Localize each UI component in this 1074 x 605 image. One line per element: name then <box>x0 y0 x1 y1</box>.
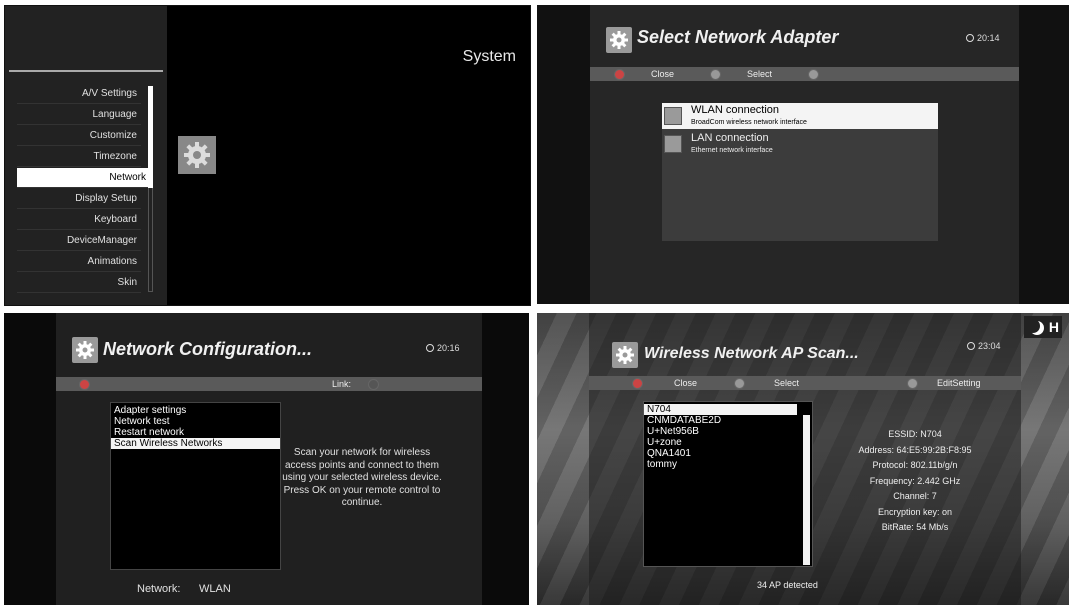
menu-item-display-setup[interactable]: Display Setup <box>17 189 141 209</box>
adapter-list: WLAN connection BroadCom wireless network… <box>662 103 938 241</box>
background-left <box>4 313 56 605</box>
adapter-name: LAN connection <box>691 132 769 144</box>
red-button-icon[interactable] <box>632 378 643 389</box>
config-item-restart-network[interactable]: Restart network <box>111 427 280 438</box>
config-item-adapter-settings[interactable]: Adapter settings <box>111 405 280 416</box>
logo-letter: H <box>1048 319 1059 335</box>
protocol-value: Protocol: 802.11b/g/n <box>872 460 958 470</box>
essid-value: ESSID: N704 <box>888 429 942 439</box>
ap-list-item[interactable]: CNMDATABE2D <box>644 415 812 426</box>
menu-item-keyboard[interactable]: Keyboard <box>17 210 141 230</box>
bitrate-value: BitRate: 54 Mb/s <box>881 522 949 532</box>
wlan-icon <box>664 107 682 125</box>
channel-value: Channel: 7 <box>893 491 937 501</box>
ap-list-scrollbar[interactable] <box>803 415 810 565</box>
clock-icon <box>967 342 975 350</box>
gear-icon <box>606 27 632 53</box>
clock-icon <box>426 344 434 352</box>
network-status-value: WLAN <box>199 583 231 595</box>
red-button-icon[interactable] <box>79 379 90 390</box>
adapter-row[interactable]: LAN connection Ethernet network interface <box>662 131 938 157</box>
clock-time: 20:16 <box>437 343 460 353</box>
ap-count-status: 34 AP detected <box>757 580 818 590</box>
button-bar <box>56 377 482 391</box>
title-divider <box>9 70 163 72</box>
gear-icon <box>178 136 216 174</box>
menu-item-animations[interactable]: Animations <box>17 252 141 272</box>
address-value: Address: 64:E5:99:2B:F8:95 <box>858 444 972 455</box>
ap-list: N704 CNMDATABE2D U+Net956B U+zone QNA1401 tom… <box>643 401 813 567</box>
menu-item-skin[interactable]: Skin <box>17 273 141 293</box>
clock: 23:04 <box>967 341 1001 351</box>
clock-time: 23:04 <box>978 341 1001 351</box>
menu-item-a-v-settings[interactable]: A/V Settings <box>17 84 141 104</box>
ap-list-item[interactable]: tommy <box>644 459 812 470</box>
lan-icon <box>664 135 682 153</box>
adapter-dialog: Select Network Adapter 20:14 Close Selec… <box>590 5 1019 304</box>
close-button[interactable]: Close <box>674 376 697 390</box>
gear-icon <box>612 342 638 368</box>
adapter-name: WLAN connection <box>691 104 780 116</box>
config-item-scan-wireless-networks[interactable]: Scan Wireless Networks <box>111 438 280 449</box>
ap-list-item[interactable]: QNA1401 <box>644 448 812 459</box>
menu-item-timezone[interactable]: Timezone <box>17 147 141 167</box>
page-title: Network Configuration... <box>103 339 312 359</box>
ap-details: ESSID: N704 Address: 64:E5:99:2B:F8:95 P… <box>835 427 995 536</box>
clock-time: 20:14 <box>977 33 1000 43</box>
adapter-description: Ethernet network interface <box>691 147 773 154</box>
config-description: Scan your network for wireless access po… <box>282 447 442 508</box>
background-right <box>1019 5 1069 304</box>
adapter-description: BroadCom wireless network interface <box>691 119 807 126</box>
page-title: Wireless Network AP Scan... <box>644 345 859 362</box>
ap-list-item[interactable]: N704 <box>644 404 797 415</box>
network-status-label: Network: <box>137 583 181 595</box>
edit-setting-button[interactable]: EditSetting <box>937 376 981 390</box>
ap-scan-screen: Wireless Network AP Scan... 23:04 H Clos… <box>537 313 1069 605</box>
frequency-value: Frequency: 2.442 GHz <box>869 475 961 486</box>
green-button-icon[interactable] <box>710 69 721 80</box>
clock: 20:14 <box>966 33 1000 43</box>
green-button-icon[interactable] <box>734 378 745 389</box>
config-menu: Adapter settings Network test Restart netw… <box>110 402 281 570</box>
yellow-button-icon[interactable] <box>808 69 819 80</box>
config-item-network-test[interactable]: Network test <box>111 416 280 427</box>
menu-item-language[interactable]: Language <box>17 105 141 125</box>
clock: 20:16 <box>426 343 460 353</box>
adapter-row[interactable]: WLAN connection BroadCom wireless network… <box>662 103 938 129</box>
menu-item-customize[interactable]: Customize <box>17 126 141 146</box>
ap-list-item[interactable]: U+zone <box>644 437 812 448</box>
select-adapter-screen: Select Network Adapter 20:14 Close Selec… <box>537 5 1069 304</box>
system-title: System <box>462 48 516 65</box>
blue-button-icon[interactable] <box>907 378 918 389</box>
select-button[interactable]: Select <box>774 376 799 390</box>
gear-icon <box>72 337 98 363</box>
moon-icon <box>1026 319 1040 333</box>
select-button[interactable]: Select <box>747 67 772 81</box>
page-title: Select Network Adapter <box>637 27 839 47</box>
network-config-screen: Network Configuration... 20:16 Link: Ada… <box>4 313 529 605</box>
close-button[interactable]: Close <box>651 67 674 81</box>
link-indicator-icon <box>368 379 379 390</box>
background-left <box>537 5 590 304</box>
encryption-value: Encryption key: on <box>877 506 953 517</box>
red-button-icon[interactable] <box>614 69 625 80</box>
menu-item-network[interactable]: Network <box>17 168 150 188</box>
system-menu-screen: System A/V Settings Language Customize Time… <box>4 5 531 306</box>
background-right <box>482 313 529 605</box>
menu-scrollbar-thumb[interactable] <box>148 86 153 188</box>
menu-item-devicemanager[interactable]: DeviceManager <box>17 231 141 251</box>
channel-logo: H <box>1024 316 1062 338</box>
ap-list-item[interactable]: U+Net956B <box>644 426 812 437</box>
link-label: Link: <box>332 379 352 389</box>
clock-icon <box>966 34 974 42</box>
